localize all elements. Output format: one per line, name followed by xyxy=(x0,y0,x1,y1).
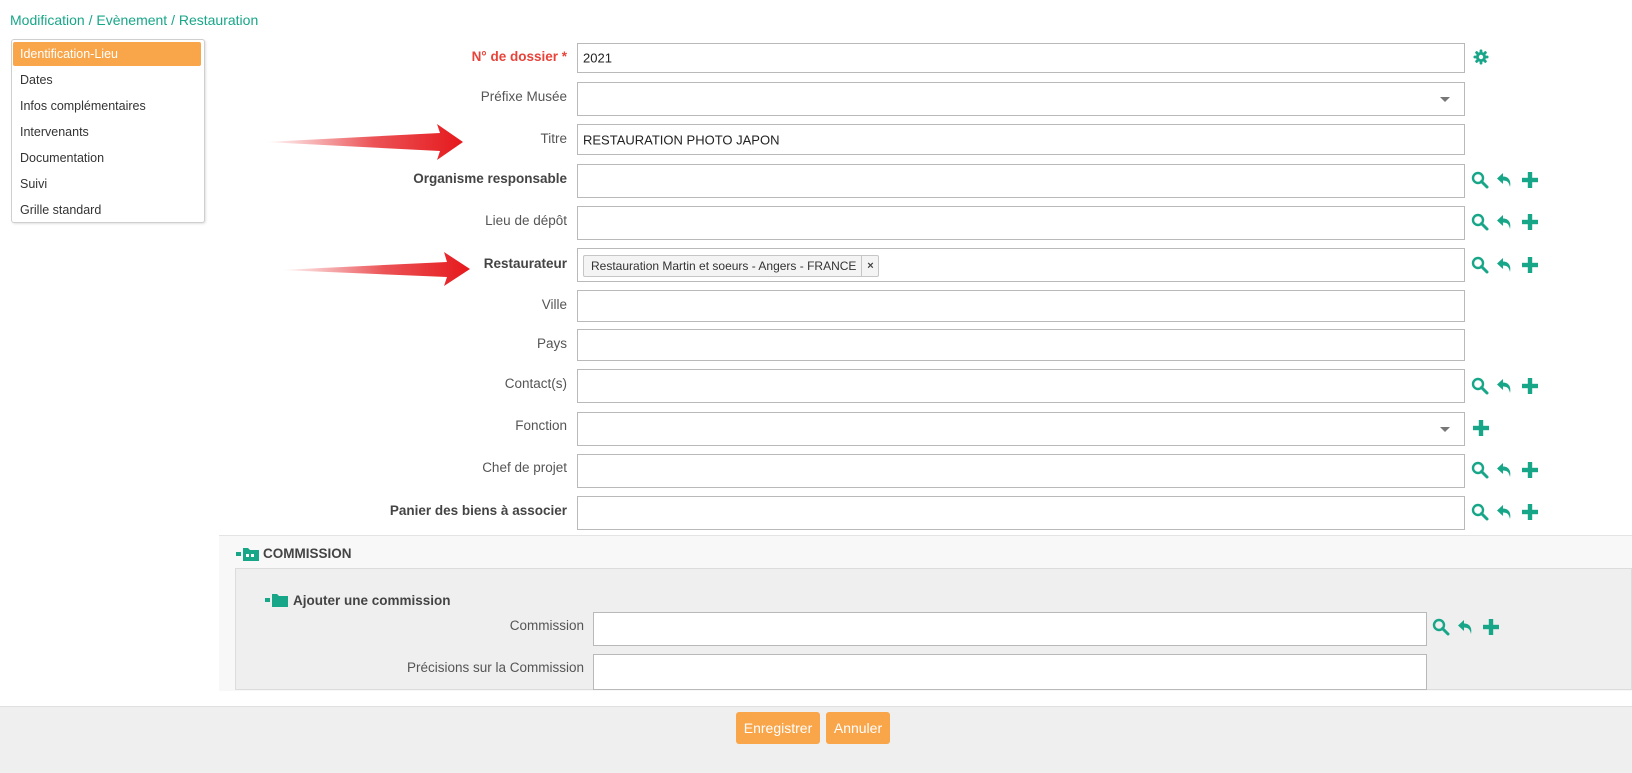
sidebar-item-suivi[interactable]: Suivi xyxy=(13,172,201,196)
plus-icon[interactable] xyxy=(1520,170,1540,190)
search-icon[interactable] xyxy=(1470,170,1490,190)
sidebar-item-grille-standard[interactable]: Grille standard xyxy=(13,198,201,222)
pays-input[interactable] xyxy=(577,329,1465,361)
save-button[interactable]: Enregistrer xyxy=(736,712,820,744)
prefixe-select[interactable] xyxy=(577,82,1465,116)
plus-icon[interactable] xyxy=(1471,418,1491,438)
undo-icon[interactable] xyxy=(1495,170,1515,190)
chef-label: Chef de projet xyxy=(482,460,567,475)
undo-icon[interactable] xyxy=(1495,502,1515,522)
folder-open-icon[interactable] xyxy=(265,592,289,608)
restaurateur-tag: Restauration Martin et soeurs - Angers -… xyxy=(583,255,880,277)
dossier-label: N° de dossier * xyxy=(471,49,567,64)
add-commission-title[interactable]: Ajouter une commission xyxy=(293,593,451,608)
fonction-label: Fonction xyxy=(515,418,567,433)
plus-icon[interactable] xyxy=(1520,255,1540,275)
contacts-input[interactable] xyxy=(577,369,1465,403)
search-icon[interactable] xyxy=(1470,502,1490,522)
precisions-label: Précisions sur la Commission xyxy=(406,660,584,675)
plus-icon[interactable] xyxy=(1520,212,1540,232)
remove-tag-icon[interactable]: × xyxy=(861,256,878,276)
titre-input[interactable]: RESTAURATION PHOTO JAPON xyxy=(577,124,1465,155)
organisme-input[interactable] xyxy=(577,164,1465,198)
commission-title[interactable]: COMMISSION xyxy=(263,546,352,561)
undo-icon[interactable] xyxy=(1456,617,1476,637)
restaurateur-input[interactable]: Restauration Martin et soeurs - Angers -… xyxy=(577,248,1465,282)
search-icon[interactable] xyxy=(1470,212,1490,232)
undo-icon[interactable] xyxy=(1495,255,1515,275)
restaurateur-label: Restaurateur xyxy=(483,256,567,271)
sidebar-item-identification-lieu[interactable]: Identification-Lieu xyxy=(13,42,201,66)
commission-input[interactable] xyxy=(593,612,1427,646)
arrow-annotation-restaurateur xyxy=(280,252,470,286)
search-icon[interactable] xyxy=(1470,460,1490,480)
undo-icon[interactable] xyxy=(1495,376,1515,396)
chevron-down-icon xyxy=(1440,97,1450,102)
contacts-label: Contact(s) xyxy=(504,376,567,391)
gear-icon[interactable] xyxy=(1471,47,1491,67)
organisme-label: Organisme responsable xyxy=(413,171,567,186)
sidebar-item-infos-complementaires[interactable]: Infos complémentaires xyxy=(13,94,201,118)
sidebar-nav: Identification-Lieu Dates Infos compléme… xyxy=(11,39,205,223)
panier-input[interactable] xyxy=(577,496,1465,530)
cancel-button[interactable]: Annuler xyxy=(826,712,890,744)
plus-icon[interactable] xyxy=(1520,376,1540,396)
chevron-down-icon xyxy=(1440,427,1450,432)
commission-label: Commission xyxy=(509,618,584,633)
chef-input[interactable] xyxy=(577,454,1465,488)
breadcrumb[interactable]: Modification / Evènement / Restauration xyxy=(10,12,258,28)
ville-input[interactable] xyxy=(577,290,1465,322)
arrow-annotation-titre xyxy=(265,124,463,160)
search-icon[interactable] xyxy=(1431,617,1451,637)
plus-icon[interactable] xyxy=(1481,617,1501,637)
lieu-label: Lieu de dépôt xyxy=(485,213,567,228)
panier-label: Panier des biens à associer xyxy=(389,503,567,518)
sidebar-item-dates[interactable]: Dates xyxy=(13,68,201,92)
titre-value: RESTAURATION PHOTO JAPON xyxy=(583,132,780,147)
ville-label: Ville xyxy=(541,297,567,312)
undo-icon[interactable] xyxy=(1495,212,1515,232)
dossier-value: 2021 xyxy=(583,50,612,66)
lieu-input[interactable] xyxy=(577,206,1465,240)
search-icon[interactable] xyxy=(1470,376,1490,396)
plus-icon[interactable] xyxy=(1520,460,1540,480)
dossier-input[interactable]: 2021 xyxy=(577,43,1465,73)
plus-icon[interactable] xyxy=(1520,502,1540,522)
fonction-select[interactable] xyxy=(577,412,1465,446)
prefixe-label: Préfixe Musée xyxy=(480,89,567,104)
search-icon[interactable] xyxy=(1470,255,1490,275)
precisions-textarea[interactable] xyxy=(593,654,1427,690)
titre-label: Titre xyxy=(540,131,568,146)
folder-icon[interactable] xyxy=(236,546,260,562)
pays-label: Pays xyxy=(536,336,567,351)
sidebar-item-intervenants[interactable]: Intervenants xyxy=(13,120,201,144)
undo-icon[interactable] xyxy=(1495,460,1515,480)
sidebar-item-documentation[interactable]: Documentation xyxy=(13,146,201,170)
